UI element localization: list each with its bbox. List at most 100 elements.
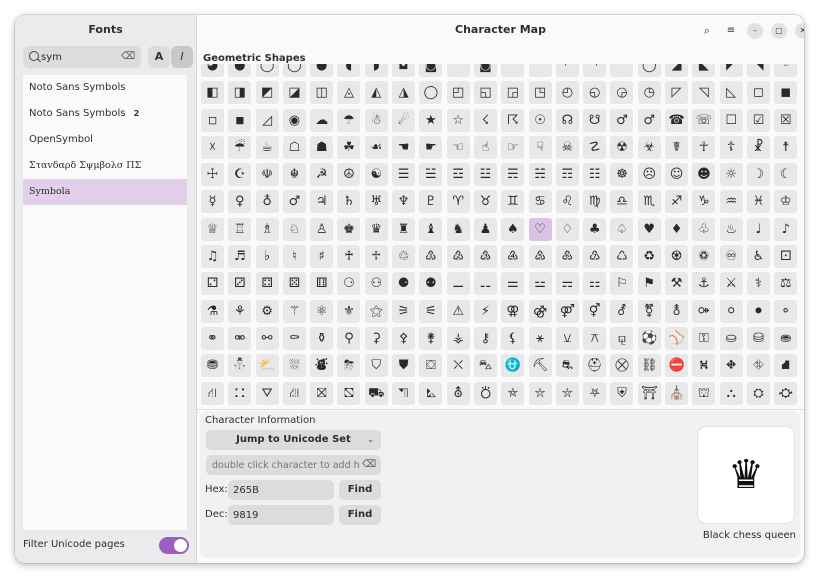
character-cell[interactable]: ♁: [255, 190, 279, 214]
character-cell[interactable]: ⛧: [583, 381, 607, 405]
character-cell[interactable]: ⚹: [528, 326, 552, 350]
character-cell[interactable]: ☹: [637, 163, 661, 187]
character-cell[interactable]: ⚱: [310, 326, 334, 350]
character-cell[interactable]: ☪: [228, 163, 252, 187]
character-cell[interactable]: ⛮: [774, 381, 798, 405]
character-cell[interactable]: ⚵: [419, 326, 443, 350]
character-cell[interactable]: ⛣: [473, 381, 497, 405]
character-cell[interactable]: ⚀: [774, 245, 798, 269]
character-cell[interactable]: ⚰: [282, 326, 306, 350]
character-cell[interactable]: ♑: [692, 190, 716, 214]
character-cell[interactable]: ♌: [555, 190, 579, 214]
character-cell[interactable]: ♒: [719, 190, 743, 214]
character-cell[interactable]: ♋: [528, 190, 552, 214]
character-cell[interactable]: ⚄: [282, 272, 306, 296]
character-cell[interactable]: ◳: [528, 81, 552, 105]
character-cell[interactable]: ⛌: [446, 354, 470, 378]
character-cell[interactable]: ♙: [310, 217, 334, 241]
character-cell[interactable]: ☒: [774, 108, 798, 132]
character-cell[interactable]: ☿: [201, 190, 224, 214]
character-cell[interactable]: ◖: [337, 64, 361, 77]
character-cell[interactable]: ⚦: [610, 299, 634, 323]
character-grid-viewport[interactable]: ◕ ● ◯ ◯ ● ◖ ◗ ◘ ◙ ◙ ◜ ◝ ◯ ◢ ◣ ◤ ◥ ◦ ◧ ◨ ◩ ◪ ◫ ◬ ◭ ◮ ◯ ◰ ◱ ◲ ◳ ◴ ◵ ◶ ◷ ◸ ◹ ◺ ◻ ◼…: [197, 64, 804, 409]
character-cell[interactable]: ☨: [774, 135, 798, 159]
character-cell[interactable]: ☴: [501, 163, 525, 187]
font-search-input[interactable]: [41, 49, 113, 65]
character-cell[interactable]: ☭: [310, 163, 334, 187]
character-cell[interactable]: ☠: [555, 135, 579, 159]
character-cell[interactable]: ⚈: [392, 272, 416, 296]
character-cell[interactable]: ⚘: [228, 299, 252, 323]
character-cell[interactable]: ⚅: [310, 272, 334, 296]
character-cell[interactable]: ☷: [583, 163, 607, 187]
character-cell[interactable]: ⛦: [555, 381, 579, 405]
character-cell[interactable]: ☱: [419, 163, 443, 187]
character-cell[interactable]: ◪: [282, 81, 306, 105]
character-cell[interactable]: ♵: [473, 245, 497, 269]
character-cell[interactable]: ☼: [719, 163, 743, 187]
character-cell[interactable]: ♷: [528, 245, 552, 269]
character-cell[interactable]: ♎: [610, 190, 634, 214]
character-cell[interactable]: ⛉: [364, 354, 388, 378]
hex-input[interactable]: [233, 482, 329, 498]
character-cell[interactable]: ◫: [310, 81, 334, 105]
character-cell[interactable]: ♉: [473, 190, 497, 214]
character-cell[interactable]: ☝: [473, 135, 497, 159]
character-cell[interactable]: ◰: [446, 81, 470, 105]
character-cell[interactable]: ⚣: [528, 299, 552, 323]
character-cell[interactable]: ♳: [419, 245, 443, 269]
character-cell[interactable]: ♂: [610, 108, 634, 132]
character-cell[interactable]: ⚷: [473, 326, 497, 350]
character-cell[interactable]: ⚐: [610, 272, 634, 296]
character-cell[interactable]: ☎: [665, 108, 689, 132]
character-cell[interactable]: ☲: [446, 163, 470, 187]
character-cell[interactable]: ⛊: [392, 354, 416, 378]
font-search-box[interactable]: ⌫: [23, 46, 141, 68]
character-cell[interactable]: ♫: [201, 245, 224, 269]
character-cell[interactable]: ☔: [228, 135, 252, 159]
character-cell[interactable]: ⚙: [255, 299, 279, 323]
character-cell[interactable]: ☛: [419, 135, 443, 159]
character-cell[interactable]: ♶: [501, 245, 525, 269]
character-cell[interactable]: ⛅: [255, 354, 279, 378]
character-cell[interactable]: ☋: [583, 108, 607, 132]
character-cell[interactable]: ♝: [419, 217, 443, 241]
character-cell[interactable]: ☞: [501, 135, 525, 159]
add-characters-input[interactable]: [212, 457, 360, 473]
font-list-item[interactable]: Noto Sans Symbols 2: [23, 101, 187, 127]
character-cell[interactable]: ⚲: [337, 326, 361, 350]
character-cell[interactable]: ⚝: [364, 299, 388, 323]
character-cell[interactable]: ⚃: [255, 272, 279, 296]
character-cell[interactable]: ⚬: [774, 299, 798, 323]
character-cell[interactable]: ⛈: [337, 354, 361, 378]
character-cell[interactable]: ◯: [255, 64, 279, 77]
character-cell[interactable]: ♆: [392, 190, 416, 214]
character-cell[interactable]: ♐: [665, 190, 689, 214]
character-cell[interactable]: ⚮: [228, 326, 252, 350]
character-cell[interactable]: ⛙: [201, 381, 224, 405]
character-cell[interactable]: ☡: [583, 135, 607, 159]
character-cell[interactable]: ♮: [282, 245, 306, 269]
character-cell[interactable]: ⛔: [665, 354, 689, 378]
character-cell[interactable]: ♠: [501, 217, 525, 241]
character-cell[interactable]: ⚳: [364, 326, 388, 350]
character-cell[interactable]: ◲: [501, 81, 525, 105]
character-cell[interactable]: ♈: [446, 190, 470, 214]
character-cell[interactable]: ☯: [364, 163, 388, 187]
character-cell[interactable]: ⛩: [637, 381, 661, 405]
character-cell[interactable]: ☖: [282, 135, 306, 159]
character-cell[interactable]: ♞: [446, 217, 470, 241]
character-cell[interactable]: ⛎: [501, 354, 525, 378]
character-cell[interactable]: ◉: [282, 108, 306, 132]
character-cell[interactable]: ♄: [337, 190, 361, 214]
character-cell[interactable]: ♩: [746, 217, 770, 241]
character-cell[interactable]: ⛑: [583, 354, 607, 378]
maximize-icon[interactable]: ▢: [771, 23, 787, 39]
character-cell[interactable]: ⛠: [392, 381, 416, 405]
character-cell[interactable]: ☃: [364, 108, 388, 132]
character-cell[interactable]: ☓: [201, 135, 224, 159]
character-cell[interactable]: ♬: [228, 245, 252, 269]
character-cell[interactable]: ⚁: [201, 272, 224, 296]
character-cell[interactable]: ♔: [774, 190, 798, 214]
character-cell[interactable]: ☗: [310, 135, 334, 159]
